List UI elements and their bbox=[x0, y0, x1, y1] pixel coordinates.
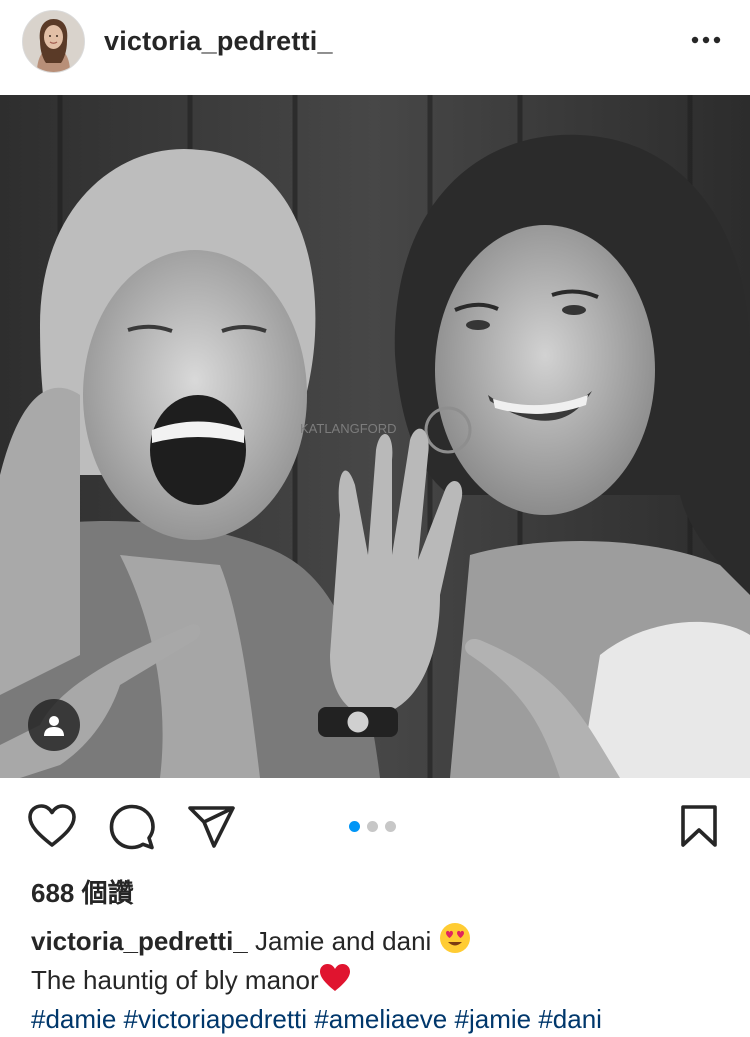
heart-eyes-emoji-icon bbox=[439, 922, 471, 963]
profile-avatar[interactable] bbox=[22, 10, 85, 73]
action-bar bbox=[0, 778, 750, 873]
post-photo[interactable]: KATLANGFORD bbox=[0, 95, 750, 778]
red-heart-emoji-icon bbox=[319, 963, 351, 1002]
photo-watermark: KATLANGFORD bbox=[300, 421, 397, 436]
post-header: victoria_pedretti_ bbox=[0, 0, 750, 95]
hashtag-link[interactable]: #victoriapedretti bbox=[124, 1004, 308, 1034]
post-username[interactable]: victoria_pedretti_ bbox=[104, 26, 333, 57]
carousel-indicator bbox=[349, 821, 396, 832]
more-options-icon[interactable] bbox=[690, 22, 722, 58]
hashtag-link[interactable]: #jamie bbox=[455, 1004, 532, 1034]
hashtag-link[interactable]: #ameliaeve bbox=[314, 1004, 447, 1034]
bookmark-icon[interactable] bbox=[680, 804, 718, 853]
send-icon[interactable] bbox=[188, 806, 236, 853]
caption-line-1: victoria_pedretti_ Jamie and dani bbox=[31, 922, 731, 963]
hashtag-link[interactable]: #damie bbox=[31, 1004, 116, 1034]
caption-username[interactable]: victoria_pedretti_ bbox=[31, 926, 248, 956]
hashtag-link[interactable]: #dani bbox=[538, 1004, 602, 1034]
likes-count[interactable]: 688 個讚 bbox=[31, 873, 134, 910]
comment-icon[interactable] bbox=[109, 804, 155, 855]
caption-line-2: The hauntig of bly manor bbox=[31, 963, 731, 1002]
carousel-dot bbox=[385, 821, 396, 832]
heart-icon[interactable] bbox=[28, 804, 76, 853]
caption-text-2: The hauntig of bly manor bbox=[31, 965, 319, 995]
person-tag-icon[interactable] bbox=[28, 699, 80, 751]
carousel-dot bbox=[367, 821, 378, 832]
carousel-dot bbox=[349, 821, 360, 832]
caption-text: Jamie and dani bbox=[254, 926, 432, 956]
